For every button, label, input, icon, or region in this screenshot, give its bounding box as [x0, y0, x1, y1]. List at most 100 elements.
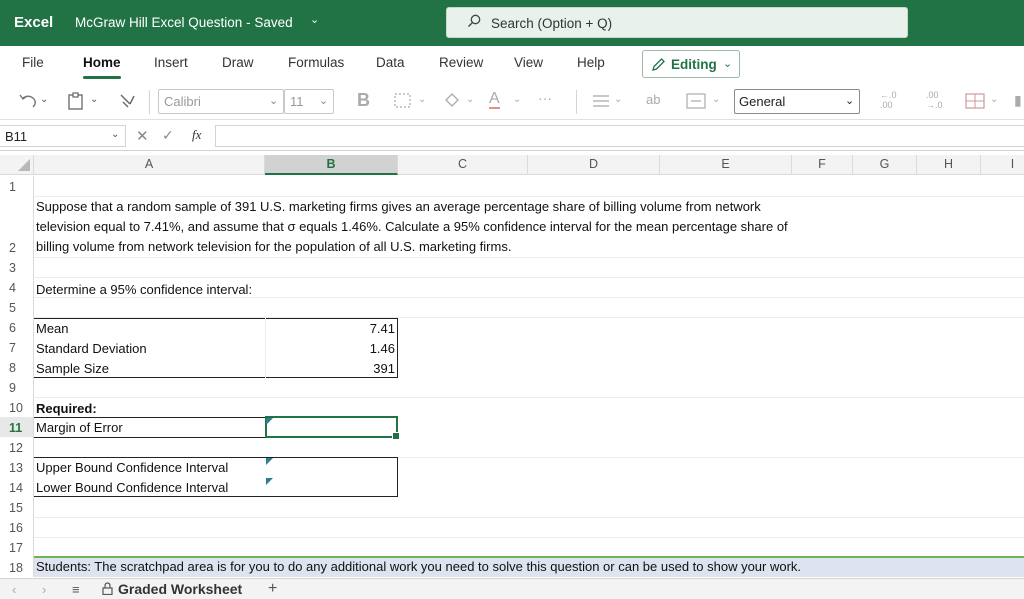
- chevron-down-icon[interactable]: ⌄: [614, 94, 622, 105]
- chevron-right-icon[interactable]: ›: [42, 582, 46, 597]
- search-box[interactable]: [446, 7, 908, 38]
- input-label[interactable]: Standard Deviation: [36, 341, 147, 356]
- more-options-icon[interactable]: ···: [538, 90, 552, 106]
- borders-icon[interactable]: [394, 93, 412, 109]
- input-value[interactable]: 1.46: [265, 341, 395, 356]
- scratchpad-note: Students: The scratchpad area is for you…: [36, 559, 802, 574]
- chevron-down-icon: ⌄: [269, 95, 279, 107]
- tab-file[interactable]: File: [22, 55, 44, 70]
- input-label[interactable]: Mean: [36, 321, 69, 336]
- conditional-format-icon[interactable]: [965, 93, 985, 109]
- row-header[interactable]: 11: [0, 417, 34, 437]
- undo-icon[interactable]: [18, 92, 40, 110]
- lower-bound-label[interactable]: Lower Bound Confidence Interval: [36, 480, 228, 495]
- decrease-decimal-icon[interactable]: .00 →.0: [926, 90, 943, 110]
- column-header[interactable]: C: [398, 155, 528, 175]
- name-box[interactable]: B11 ⌄: [0, 125, 126, 147]
- editing-mode-button[interactable]: Editing ⌄: [642, 50, 740, 78]
- tab-help[interactable]: Help: [577, 55, 605, 70]
- tab-home[interactable]: Home: [83, 55, 121, 79]
- sheet-list-icon[interactable]: ≡: [72, 582, 80, 597]
- row-header[interactable]: 9: [0, 377, 34, 397]
- chevron-down-icon[interactable]: ⌄: [466, 94, 474, 105]
- chevron-down-icon[interactable]: ⌄: [712, 94, 720, 105]
- tab-view[interactable]: View: [514, 55, 543, 70]
- search-icon: [468, 14, 481, 27]
- input-label[interactable]: Sample Size: [36, 361, 109, 376]
- column-header[interactable]: I: [981, 155, 1024, 175]
- column-header[interactable]: F: [792, 155, 853, 175]
- formula-input[interactable]: [215, 125, 1024, 147]
- row-header[interactable]: 4: [0, 277, 34, 297]
- column-header[interactable]: D: [528, 155, 660, 175]
- chevron-down-icon[interactable]: ⌄: [513, 94, 521, 105]
- font-size-value: 11: [290, 94, 304, 109]
- merge-icon[interactable]: [686, 92, 706, 110]
- chevron-down-icon[interactable]: ⌄: [40, 94, 48, 105]
- cancel-icon[interactable]: ✕: [136, 127, 149, 145]
- row-header[interactable]: 3: [0, 257, 34, 277]
- document-title[interactable]: McGraw Hill Excel Question - Saved: [75, 15, 293, 30]
- chevron-down-icon[interactable]: ⌄: [418, 94, 426, 105]
- column-header[interactable]: E: [660, 155, 792, 175]
- row-header[interactable]: 2: [0, 196, 34, 257]
- upper-bound-label[interactable]: Upper Bound Confidence Interval: [36, 460, 228, 475]
- input-value[interactable]: 391: [265, 361, 395, 376]
- row-header[interactable]: 14: [0, 477, 34, 497]
- chevron-down-icon[interactable]: ⌄: [310, 13, 319, 26]
- wrap-text-icon[interactable]: ab: [646, 92, 660, 107]
- input-value[interactable]: 7.41: [265, 321, 395, 336]
- select-all-corner[interactable]: [0, 155, 34, 175]
- row-header[interactable]: 18: [0, 557, 34, 577]
- bold-button[interactable]: B: [357, 90, 370, 111]
- number-format-select[interactable]: General ⌄: [734, 89, 860, 114]
- tab-insert[interactable]: Insert: [154, 55, 188, 70]
- insert-function-button[interactable]: fx: [192, 127, 201, 143]
- lower-bound-answer-cell[interactable]: [265, 477, 398, 497]
- search-input[interactable]: [491, 13, 891, 33]
- comment-indicator-icon: [266, 458, 273, 465]
- column-header[interactable]: B: [265, 155, 398, 175]
- row-header[interactable]: 13: [0, 457, 34, 477]
- worksheet-grid[interactable]: A B C D E F G H I 1 2 3 4 5 6 7 8 9 10 1…: [0, 151, 1024, 578]
- margin-of-error-label[interactable]: Margin of Error: [36, 420, 123, 435]
- row-header[interactable]: 17: [0, 537, 34, 557]
- row-header[interactable]: 16: [0, 517, 34, 537]
- font-color-icon[interactable]: A: [489, 90, 500, 109]
- font-size-select[interactable]: 11 ⌄: [284, 89, 334, 114]
- menu-bar: File Home Insert Draw Formulas Data Revi…: [0, 46, 1024, 84]
- sheet-tab-graded-worksheet[interactable]: Graded Worksheet: [102, 581, 242, 597]
- format-painter-icon[interactable]: [118, 92, 138, 110]
- row-header[interactable]: 10: [0, 397, 34, 417]
- row-header[interactable]: 8: [0, 357, 34, 377]
- upper-bound-answer-cell[interactable]: [265, 457, 398, 477]
- row-header[interactable]: 15: [0, 497, 34, 517]
- row-header[interactable]: 7: [0, 337, 34, 357]
- font-name-select[interactable]: Calibri ⌄: [158, 89, 284, 114]
- add-sheet-button[interactable]: +: [268, 580, 277, 598]
- row-header[interactable]: 5: [0, 297, 34, 317]
- chevron-left-icon[interactable]: ‹: [12, 582, 16, 597]
- column-header[interactable]: G: [853, 155, 917, 175]
- tab-draw[interactable]: Draw: [222, 55, 254, 70]
- align-icon[interactable]: [592, 94, 610, 108]
- tab-data[interactable]: Data: [376, 55, 405, 70]
- column-header[interactable]: A: [34, 155, 265, 175]
- row-header[interactable]: 6: [0, 317, 34, 337]
- chevron-down-icon[interactable]: ⌄: [990, 94, 998, 105]
- sheet-tab-label: Graded Worksheet: [118, 581, 243, 597]
- app-name: Excel: [14, 14, 54, 31]
- margin-of-error-answer-cell[interactable]: [265, 416, 400, 440]
- column-header[interactable]: H: [917, 155, 981, 175]
- tab-formulas[interactable]: Formulas: [288, 55, 344, 70]
- tab-review[interactable]: Review: [439, 55, 483, 70]
- confirm-icon[interactable]: ✓: [162, 127, 174, 144]
- paste-icon[interactable]: [66, 91, 86, 111]
- font-name-value: Calibri: [164, 94, 201, 109]
- chevron-down-icon[interactable]: ⌄: [90, 94, 98, 105]
- fill-color-icon[interactable]: [442, 92, 462, 110]
- row-header[interactable]: 12: [0, 437, 34, 457]
- increase-decimal-icon[interactable]: ←.0.00: [880, 90, 897, 110]
- table-format-icon[interactable]: ▮: [1014, 92, 1022, 109]
- row-header[interactable]: 1: [0, 176, 34, 196]
